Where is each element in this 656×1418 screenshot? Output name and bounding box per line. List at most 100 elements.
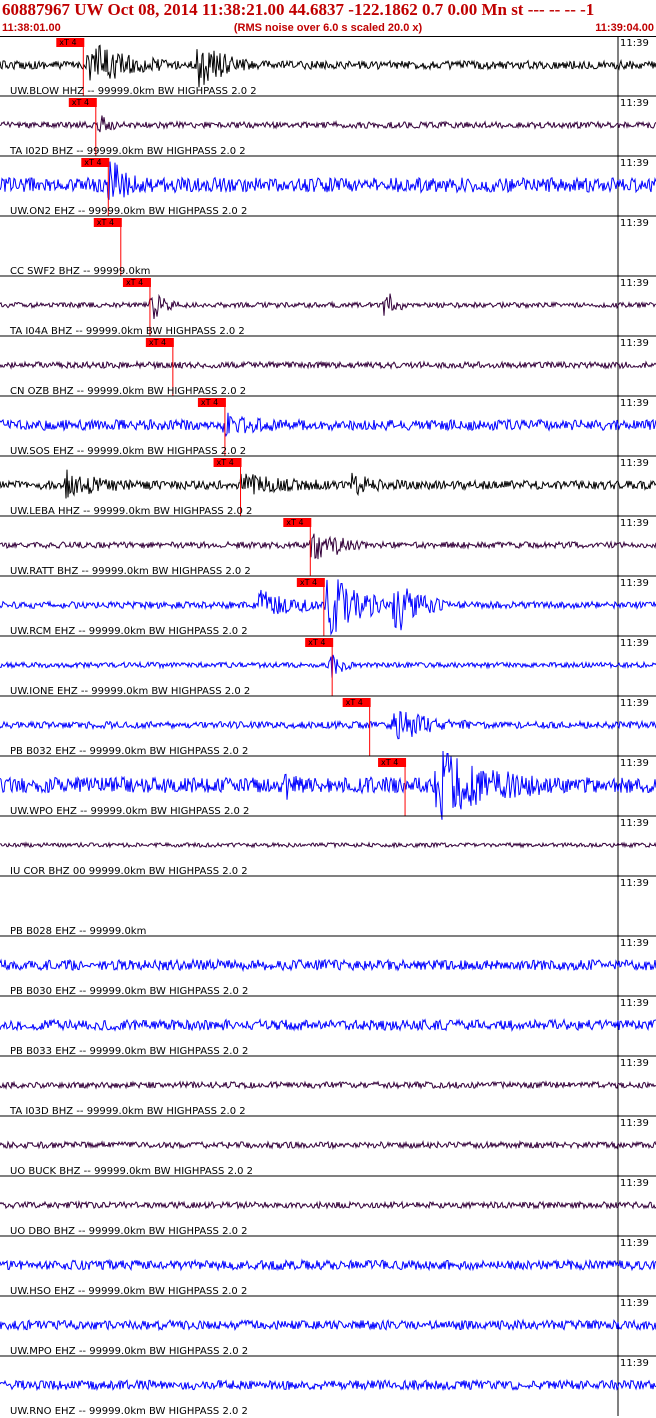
station-label: PB B033 EHZ -- 99999.0km BW HIGHPASS 2.0… [10, 1046, 248, 1057]
minute-tick-label: 11:39 [620, 218, 649, 229]
plot-header: 60887967 UW Oct 08, 2014 11:38:21.00 44.… [0, 0, 656, 37]
minute-tick-label: 11:39 [620, 158, 649, 169]
waveform [0, 1018, 656, 1033]
station-label: UW.HSO EHZ -- 99999.0km BW HIGHPASS 2.0 … [10, 1286, 247, 1297]
station-label: UW.ON2 EHZ -- 99999.0km BW HIGHPASS 2.0 … [10, 206, 247, 217]
station-label: IU COR BHZ 00 99999.0km BW HIGHPASS 2.0 … [10, 866, 248, 877]
waveform [0, 841, 656, 849]
station-label: TA I03D BHZ -- 99999.0km BW HIGHPASS 2.0… [9, 1106, 246, 1117]
waveform [0, 1080, 656, 1090]
trace-8: 11:39 xT 4 UW.RATT BHZ -- 99999.0km BW HIG… [0, 515, 656, 577]
plot-subtitle: (RMS noise over 6.0 s scaled 20.0 x) [233, 22, 423, 34]
trace-3: 11:39 xT 4 CC SWF2 BHZ -- 99999.0km [0, 215, 656, 277]
minute-tick-label: 11:39 [620, 638, 649, 649]
trace-4: 11:39 xT 4 TA I04A BHZ -- 99999.0km BW HIG… [0, 275, 656, 337]
waveform [0, 1258, 656, 1272]
pick-label: xT 4 [126, 278, 143, 287]
station-label: UW.IONE EHZ -- 99999.0km BW HIGHPASS 2.0… [10, 686, 250, 697]
minute-tick-label: 11:39 [620, 1358, 649, 1369]
minute-tick-label: 11:39 [620, 338, 649, 349]
trace-18: 11:39 UO BUCK BHZ -- 99999.0km BW HIGHPAS… [0, 1115, 656, 1177]
pick-label: xT 4 [97, 218, 114, 227]
trace-15: 11:39 PB B030 EHZ -- 99999.0km BW HIGHPAS… [0, 935, 656, 997]
pick-label: xT 4 [286, 518, 303, 527]
trace-6: 11:39 xT 4 UW.SOS EHZ -- 99999.0km BW HIGH… [0, 395, 656, 457]
minute-tick-label: 11:39 [620, 578, 649, 589]
pick-label: xT 4 [201, 398, 218, 407]
minute-tick-label: 11:39 [620, 38, 649, 49]
station-label: UW.WPO EHZ -- 99999.0km BW HIGHPASS 2.0 … [10, 806, 249, 817]
station-label: TA I04A BHZ -- 99999.0km BW HIGHPASS 2.0… [9, 326, 245, 337]
station-label: UW.RCM EHZ -- 99999.0km BW HIGHPASS 2.0 … [10, 626, 248, 637]
pick-label: xT 4 [59, 38, 76, 47]
trace-10: 11:39 xT 4 UW.IONE EHZ -- 99999.0km BW HIG… [0, 635, 656, 697]
trace-21: 11:39 UW.MPO EHZ -- 99999.0km BW HIGHPASS… [0, 1295, 656, 1357]
station-label: PB B028 EHZ -- 99999.0km [10, 926, 146, 937]
station-label: CN OZB BHZ -- 99999.0km BW HIGHPASS 2.0 … [10, 386, 246, 397]
station-label: UW.LEBA HHZ -- 99999.0km BW HIGHPASS 2.0… [10, 506, 252, 517]
waveform [0, 958, 656, 973]
station-label: UW.RATT BHZ -- 99999.0km BW HIGHPASS 2.0… [10, 566, 251, 577]
pick-label: xT 4 [84, 158, 101, 167]
pick-label: xT 4 [300, 578, 317, 587]
minute-tick-label: 11:39 [620, 458, 649, 469]
minute-tick-label: 11:39 [620, 938, 649, 949]
minute-tick-label: 11:39 [620, 758, 649, 769]
minute-tick-label: 11:39 [620, 398, 649, 409]
trace-1: 11:39 xT 4 TA I02D BHZ -- 99999.0km BW HIG… [0, 95, 656, 157]
seismogram-plot: 11:39xT 4UW.BLOW HHZ -- 99999.0km BW HIG… [0, 36, 656, 1417]
waveform [0, 1378, 656, 1392]
trace-19: 11:39 UO DBO BHZ -- 99999.0km BW HIGHPASS… [0, 1175, 656, 1237]
station-label: UW.RNO EHZ -- 99999.0km BW HIGHPASS 2.0 … [10, 1406, 248, 1417]
pick-label: xT 4 [72, 98, 89, 107]
station-label: PB B030 EHZ -- 99999.0km BW HIGHPASS 2.0… [10, 986, 248, 997]
station-label: UO DBO BHZ -- 99999.0km BW HIGHPASS 2.0 … [10, 1226, 248, 1237]
trace-22: 11:39 UW.RNO EHZ -- 99999.0km BW HIGHPASS… [0, 1355, 656, 1417]
minute-tick-label: 11:39 [620, 1118, 649, 1129]
minute-tick-label: 11:39 [620, 1238, 649, 1249]
trace-2: 11:39 xT 4 UW.ON2 EHZ -- 99999.0km BW HIGH… [0, 155, 656, 217]
waveform [0, 1318, 656, 1332]
waveform [0, 469, 656, 499]
end-time: 11:39:04.00 [595, 22, 654, 34]
pick-label: xT 4 [217, 458, 234, 467]
trace-12: 11:39 xT 4 UW.WPO EHZ -- 99999.0km BW HIGH… [0, 750, 656, 820]
trace-9: 11:39 xT 4 UW.RCM EHZ -- 99999.0km BW HIGH… [0, 575, 656, 637]
trace-11: 11:39 xT 4 PB B032 EHZ -- 99999.0km BW HIG… [0, 695, 656, 757]
waveform [0, 1139, 656, 1151]
minute-tick-label: 11:39 [620, 1058, 649, 1069]
waveform [0, 115, 656, 133]
waveform [0, 533, 656, 560]
waveform [0, 360, 656, 370]
minute-tick-label: 11:39 [620, 998, 649, 1009]
waveform [0, 161, 656, 200]
trace-13: 11:39 IU COR BHZ 00 99999.0km BW HIGHPASS… [0, 815, 656, 877]
minute-tick-label: 11:39 [620, 278, 649, 289]
station-label: UW.MPO EHZ -- 99999.0km BW HIGHPASS 2.0 … [10, 1346, 248, 1357]
trace-20: 11:39 UW.HSO EHZ -- 99999.0km BW HIGHPASS… [0, 1235, 656, 1297]
pick-label: xT 4 [149, 338, 166, 347]
pick-label: xT 4 [381, 758, 398, 767]
station-label: PB B032 EHZ -- 99999.0km BW HIGHPASS 2.0… [10, 746, 248, 757]
waveform [0, 44, 656, 88]
pick-label: xT 4 [308, 638, 325, 647]
waveform [0, 412, 656, 437]
minute-tick-label: 11:39 [620, 518, 649, 529]
station-label: UW.BLOW HHZ -- 99999.0km BW HIGHPASS 2.0… [10, 86, 257, 97]
trace-16: 11:39 PB B033 EHZ -- 99999.0km BW HIGHPAS… [0, 995, 656, 1057]
waveform [0, 293, 656, 319]
station-label: CC SWF2 BHZ -- 99999.0km [10, 266, 150, 277]
trace-0: 11:39 xT 4 UW.BLOW HHZ -- 99999.0km BW HIG… [0, 36, 656, 97]
trace-5: 11:39 xT 4 CN OZB BHZ -- 99999.0km BW HIGH… [0, 335, 656, 397]
minute-tick-label: 11:39 [620, 878, 649, 889]
station-label: UW.SOS EHZ -- 99999.0km BW HIGHPASS 2.0 … [10, 446, 246, 457]
station-label: UO BUCK BHZ -- 99999.0km BW HIGHPASS 2.0… [10, 1166, 253, 1177]
event-title: 60887967 UW Oct 08, 2014 11:38:21.00 44.… [2, 0, 595, 19]
trace-14: 11:39 PB B028 EHZ -- 99999.0km [0, 875, 656, 937]
waveform [0, 1200, 656, 1210]
minute-tick-label: 11:39 [620, 818, 649, 829]
waveform [0, 654, 656, 678]
trace-7: 11:39 xT 4 UW.LEBA HHZ -- 99999.0km BW HIG… [0, 455, 656, 517]
pick-label: xT 4 [346, 698, 363, 707]
minute-tick-label: 11:39 [620, 98, 649, 109]
